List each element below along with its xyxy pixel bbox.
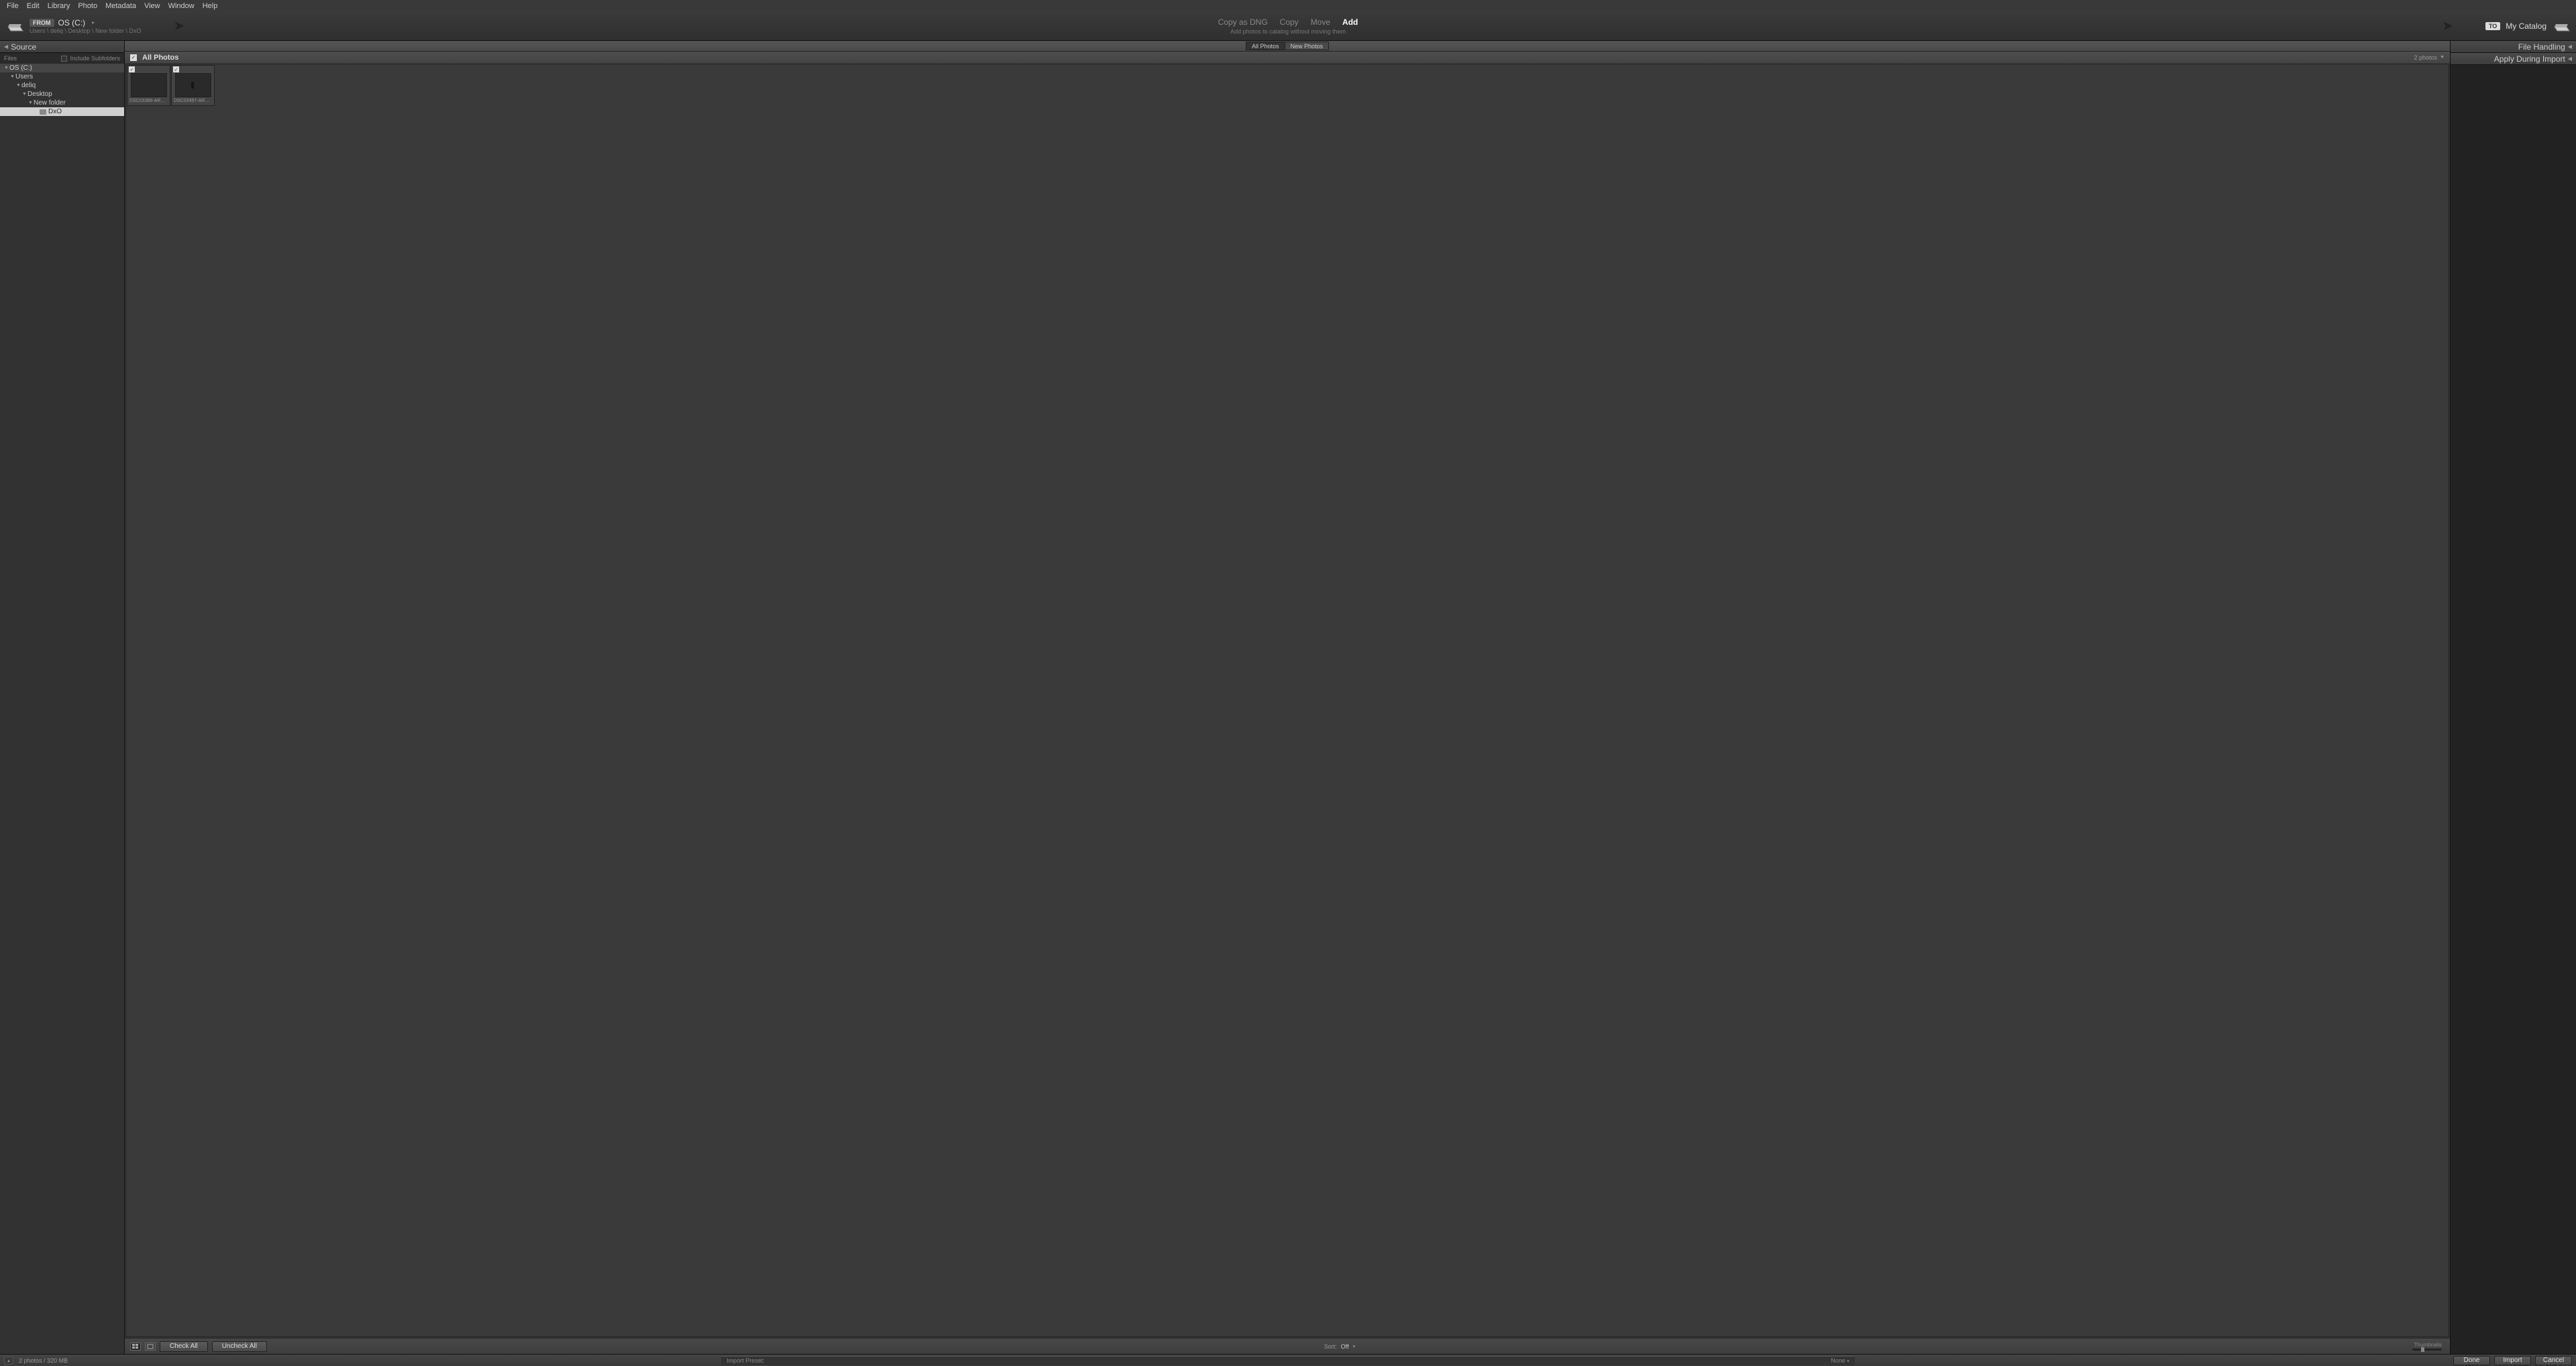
- select-all-checkbox[interactable]: ✓: [130, 54, 137, 61]
- filter-all-photos[interactable]: All Photos: [1246, 42, 1285, 50]
- preset-dropdown-icon[interactable]: ▾: [1847, 1359, 1849, 1364]
- panel-collapse-icon[interactable]: ◀: [2568, 44, 2572, 50]
- source-panel-header[interactable]: ◀ Source: [0, 41, 124, 53]
- check-all-button[interactable]: Check All: [160, 1341, 208, 1352]
- menu-help[interactable]: Help: [199, 2, 222, 10]
- tree-item-new-folder[interactable]: ▼New folder: [0, 99, 124, 107]
- action-copy-as-dng[interactable]: Copy as DNG: [1218, 17, 1268, 27]
- loupe-view-icon[interactable]: [145, 1343, 156, 1351]
- to-badge: TO: [2485, 22, 2500, 30]
- thumbnail-grid: ✓ DSC03386-ARW_DxO_... ✓ DSC03497-ARW_DxO_.…: [125, 64, 2449, 1337]
- menu-metadata[interactable]: Metadata: [101, 2, 140, 10]
- status-text: 2 photos / 320 MB: [19, 1357, 68, 1364]
- from-badge: FROM: [30, 19, 54, 27]
- menu-library[interactable]: Library: [44, 2, 74, 10]
- left-panel: ◀ Source Files Include Subfolders ▼OS (C…: [0, 41, 125, 1354]
- action-move[interactable]: Move: [1311, 17, 1330, 27]
- grid-header: ✓ All Photos 2 photos ▼: [125, 52, 2450, 63]
- panel-collapse-icon[interactable]: ◀: [2568, 56, 2572, 62]
- import-preset-label: Import Preset:: [727, 1357, 765, 1364]
- sort-label: Sort:: [1324, 1343, 1337, 1350]
- panel-file-handling[interactable]: File Handling◀: [2451, 41, 2576, 53]
- source-dropdown-icon[interactable]: ▸: [92, 19, 95, 25]
- panel-apply-during-import[interactable]: Apply During Import◀: [2451, 53, 2576, 65]
- tree-item-users[interactable]: ▼Users: [0, 72, 124, 81]
- flow-arrow-icon: ➤: [2442, 17, 2453, 34]
- thumb-image: [131, 73, 167, 97]
- import-preset-box[interactable]: Import Preset: None ▾: [721, 1356, 1855, 1365]
- source-name: OS (C:): [58, 18, 86, 27]
- action-copy[interactable]: Copy: [1280, 17, 1299, 27]
- tree-item-deliq[interactable]: ▼deliq: [0, 81, 124, 90]
- sort-value[interactable]: Off: [1341, 1343, 1349, 1350]
- tree-item-os-c-[interactable]: ▼OS (C:): [0, 64, 124, 72]
- tree-item-dxo[interactable]: DxO: [0, 107, 124, 116]
- sort-dropdown-icon[interactable]: ▾: [1353, 1344, 1356, 1349]
- uncheck-all-button[interactable]: Uncheck All: [212, 1341, 267, 1352]
- center-panel: All PhotosNew Photos ✓ All Photos 2 phot…: [125, 41, 2450, 1354]
- menu-file[interactable]: File: [3, 2, 23, 10]
- photo-count: 2 photos: [2414, 54, 2438, 61]
- menu-photo[interactable]: Photo: [74, 2, 101, 10]
- filter-new-photos[interactable]: New Photos: [1285, 42, 1329, 50]
- thumb-image: [175, 73, 211, 97]
- expand-icon[interactable]: ▴: [4, 1357, 13, 1365]
- action-add[interactable]: Add: [1342, 17, 1358, 27]
- app-menubar: FileEditLibraryPhotoMetadataViewWindowHe…: [0, 0, 2576, 11]
- grid-footer: Check All Uncheck All Sort: Off ▾ Thumbn…: [125, 1338, 2450, 1354]
- grid-title: All Photos: [142, 54, 178, 62]
- right-panel: File Handling◀Apply During Import◀: [2450, 41, 2576, 1354]
- flow-arrow-icon: ➤: [174, 17, 185, 34]
- menu-window[interactable]: Window: [164, 2, 199, 10]
- source-path: Users \ deliq \ Desktop \ New folder \ D…: [30, 27, 142, 34]
- import-header: FROM OS (C:) ▸ Users \ deliq \ Desktop \…: [0, 11, 2576, 41]
- tree-item-desktop[interactable]: ▼Desktop: [0, 90, 124, 99]
- thumb-checkbox[interactable]: ✓: [129, 66, 135, 72]
- thumbnail-size-label: Thumbnails: [2414, 1342, 2442, 1348]
- thumbnail[interactable]: ✓ DSC03497-ARW_DxO_...: [171, 65, 215, 106]
- status-bar: ▴ 2 photos / 320 MB Import Preset: None …: [0, 1354, 2576, 1366]
- destination-name: My Catalog: [2506, 21, 2546, 31]
- menu-edit[interactable]: Edit: [23, 2, 44, 10]
- menu-view[interactable]: View: [140, 2, 164, 10]
- import-actions: Copy as DNG Copy Move Add Add photos to cat…: [1218, 17, 1358, 35]
- cancel-button[interactable]: Cancel: [2535, 1356, 2572, 1365]
- destination-drive-icon: [2552, 19, 2571, 34]
- grid-header-dropdown-icon[interactable]: ▼: [2440, 55, 2445, 60]
- action-subtitle: Add photos to catalog without moving the…: [1218, 28, 1358, 35]
- grid-view-icon[interactable]: [130, 1343, 141, 1351]
- destination-block[interactable]: ➤ TO My Catalog: [2436, 17, 2576, 34]
- import-button[interactable]: Import: [2494, 1356, 2531, 1365]
- folder-tree: ▼OS (C:)▼Users▼deliq▼Desktop▼New folderD…: [0, 64, 124, 1354]
- thumbnail-size-slider[interactable]: [2412, 1349, 2442, 1351]
- source-panel-title: Source: [11, 42, 36, 52]
- files-row: Files Include Subfolders: [0, 53, 124, 64]
- include-subfolders-label: Include Subfolders: [70, 55, 120, 62]
- panel-collapse-icon[interactable]: ◀: [4, 44, 8, 50]
- source-drive-icon: [5, 19, 24, 34]
- include-subfolders-checkbox[interactable]: [61, 56, 67, 62]
- thumb-filename: DSC03386-ARW_DxO_...: [127, 97, 170, 105]
- thumb-filename: DSC03497-ARW_DxO_...: [172, 97, 214, 105]
- files-label: Files: [4, 55, 17, 62]
- import-preset-value: None: [1831, 1357, 1845, 1364]
- thumbnail[interactable]: ✓ DSC03386-ARW_DxO_...: [127, 65, 170, 106]
- source-block[interactable]: FROM OS (C:) ▸ Users \ deliq \ Desktop \…: [0, 17, 190, 34]
- filter-bar: All PhotosNew Photos: [125, 41, 2450, 52]
- thumb-checkbox[interactable]: ✓: [173, 66, 179, 72]
- done-button[interactable]: Done: [2453, 1356, 2490, 1365]
